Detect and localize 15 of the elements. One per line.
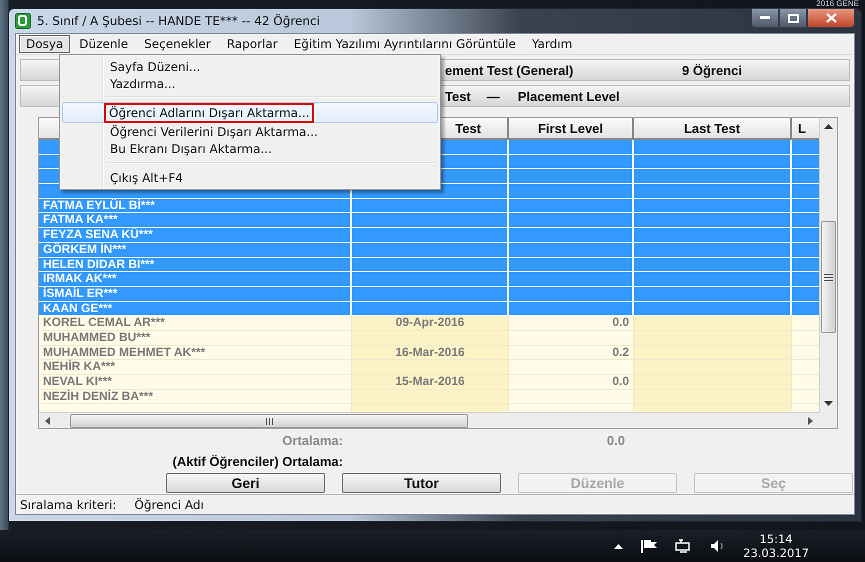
sort-value: Öğrenci Adı	[134, 498, 204, 512]
table-cell: 15-Mar-2016	[352, 375, 509, 389]
average-value: 0.0	[606, 433, 625, 448]
dash-text: —	[486, 88, 500, 104]
level-title: Test	[445, 88, 471, 104]
student-count: 9 Öğrenci	[682, 62, 742, 78]
table-cell: 09-Apr-2016	[352, 316, 509, 330]
test-name: ement Test (General)	[445, 62, 574, 78]
average-label: Ortalama:	[281, 433, 343, 448]
window-title: 5. Sınıf / A Şubesi -- HANDE TE*** -- 42 Öğrenci	[37, 14, 320, 28]
table-cell: 16-Mar-2016	[352, 346, 509, 360]
level-title: Placement Level	[518, 88, 620, 104]
active-average-label: (Aktif Öğrenciler) Ortalama:	[172, 454, 343, 469]
sort-label: Sıralama kriteri:	[20, 498, 116, 512]
desktop-text: 2016 GENE	[816, 0, 859, 8]
